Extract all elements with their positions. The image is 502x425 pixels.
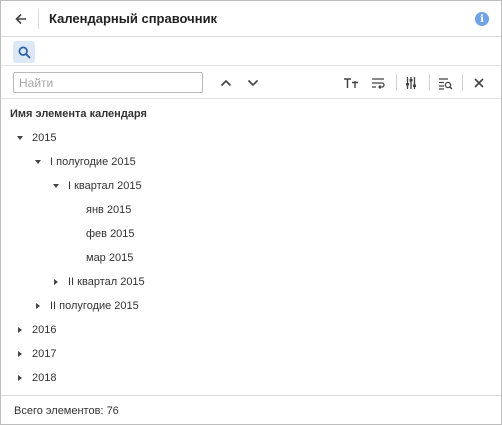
column-header: Имя элемента календаря — [10, 108, 147, 120]
total-count-text: Всего элементов: 76 — [14, 405, 119, 417]
expand-toggle[interactable] — [15, 349, 25, 359]
find-in-list-button[interactable] — [435, 73, 455, 93]
expand-toggle[interactable] — [15, 373, 25, 383]
expand-toggle[interactable] — [15, 133, 25, 143]
search-toggle-row — [1, 38, 501, 66]
back-button[interactable] — [10, 9, 32, 29]
tree-node-label[interactable]: 2017 — [32, 348, 56, 360]
tree-node-label[interactable]: I полугодие 2015 — [50, 156, 136, 168]
tree-node[interactable]: 2015 — [1, 126, 501, 150]
toolbar-divider — [429, 74, 430, 91]
total-count: 76 — [106, 405, 119, 417]
toolbar-divider — [396, 74, 397, 91]
find-in-list-icon — [438, 77, 452, 90]
tree-node[interactable]: 2017 — [1, 342, 501, 366]
search-input[interactable] — [13, 72, 203, 93]
tree-node[interactable]: фев 2015 — [1, 222, 501, 246]
expand-toggle[interactable] — [51, 277, 61, 287]
toolbar-divider — [462, 74, 463, 91]
tree-node[interactable]: II полугодие 2015 — [1, 294, 501, 318]
tree-node-label[interactable]: II полугодие 2015 — [50, 300, 139, 312]
search-icon — [18, 46, 31, 59]
filter-settings-button[interactable] — [401, 73, 421, 93]
panel-header: Календарный справочник i — [1, 1, 501, 37]
tree-node[interactable]: 2016 — [1, 318, 501, 342]
header-divider — [38, 9, 39, 29]
tree-node[interactable]: II квартал 2015 — [1, 270, 501, 294]
chevron-up-icon — [220, 79, 232, 87]
expand-toggle[interactable] — [33, 157, 43, 167]
tree-node-label[interactable]: янв 2015 — [86, 204, 131, 216]
expand-toggle[interactable] — [33, 301, 43, 311]
tree-node-label[interactable]: 2015 — [32, 132, 56, 144]
find-next-button[interactable] — [243, 73, 263, 93]
whole-word-button[interactable] — [368, 73, 388, 93]
tree-node[interactable]: I квартал 2015 — [1, 174, 501, 198]
tree-node-label[interactable]: 2016 — [32, 324, 56, 336]
tree-node-label[interactable]: 2018 — [32, 372, 56, 384]
close-icon — [474, 78, 484, 88]
word-wrap-icon — [372, 78, 385, 89]
page-title: Календарный справочник — [49, 11, 218, 26]
total-label: Всего элементов: — [14, 405, 104, 417]
tree-node[interactable]: мар 2015 — [1, 246, 501, 270]
filter-sliders-icon — [406, 77, 416, 89]
tree-node-label[interactable]: мар 2015 — [86, 252, 133, 264]
tree-node-label[interactable]: I квартал 2015 — [68, 180, 142, 192]
tree-node[interactable]: I полугодие 2015 — [1, 150, 501, 174]
info-icon[interactable]: i — [475, 12, 489, 26]
search-toggle-button[interactable] — [13, 41, 35, 63]
match-case-button[interactable] — [341, 73, 361, 93]
tree-node[interactable]: янв 2015 — [1, 198, 501, 222]
find-toolbar — [1, 67, 501, 99]
tree-node[interactable]: 2018 — [1, 366, 501, 390]
arrow-left-icon — [15, 13, 26, 25]
tree-node-label[interactable]: фев 2015 — [86, 228, 135, 240]
calendar-dictionary-panel: Календарный справочник i Найти Имя элеме… — [0, 0, 502, 425]
tree-node-label[interactable]: II квартал 2015 — [68, 276, 145, 288]
chevron-down-icon — [247, 79, 259, 87]
expand-toggle[interactable] — [51, 181, 61, 191]
status-bar: Всего элементов: 76 — [1, 395, 501, 425]
text-case-icon — [344, 78, 358, 88]
close-find-button[interactable] — [469, 73, 489, 93]
expand-toggle[interactable] — [15, 325, 25, 335]
find-previous-button[interactable] — [216, 73, 236, 93]
